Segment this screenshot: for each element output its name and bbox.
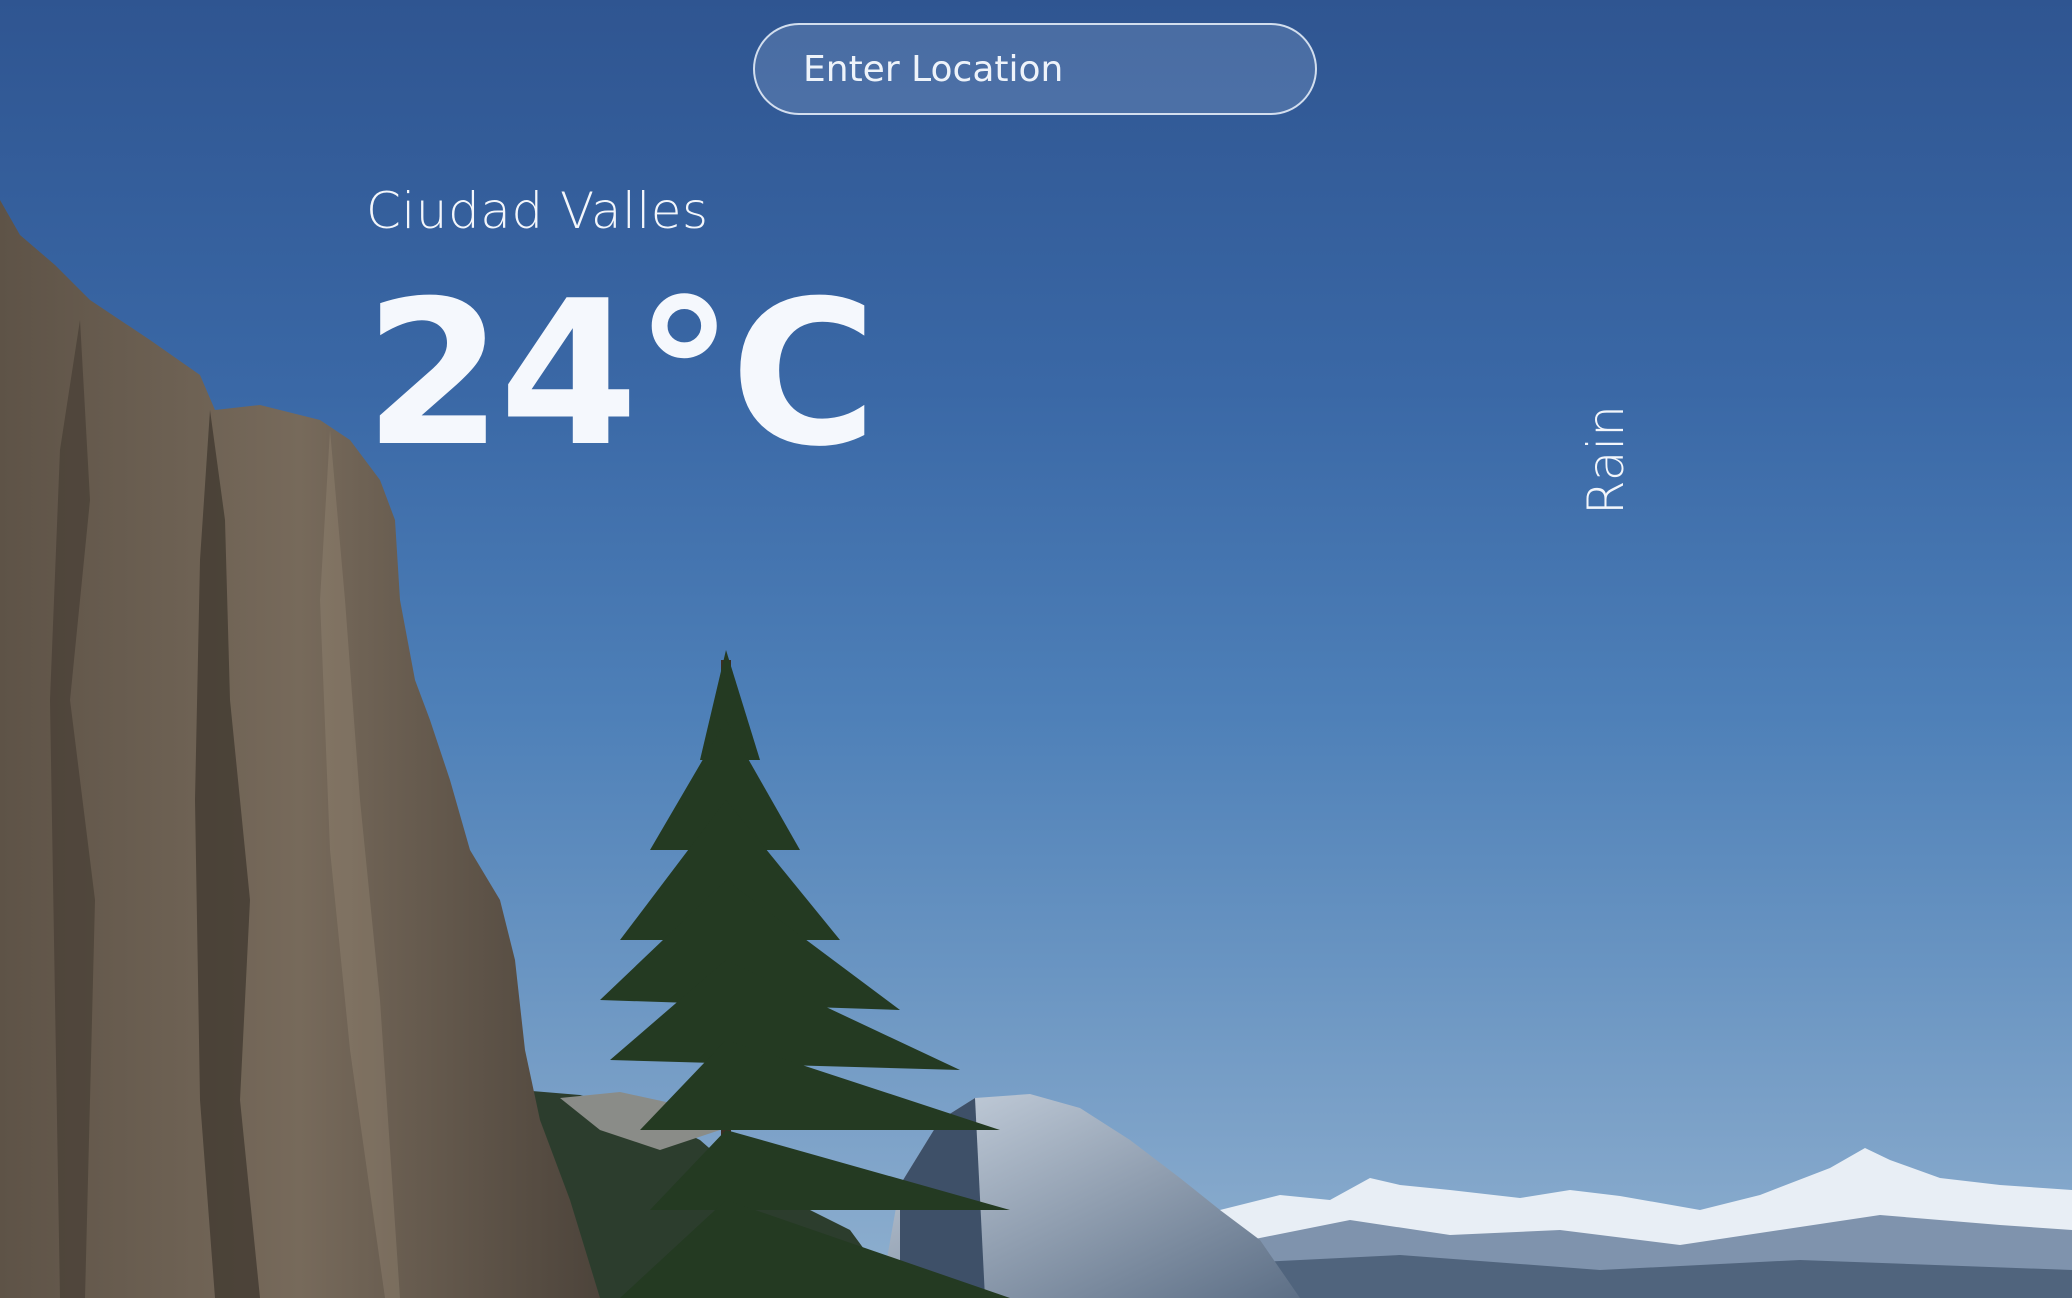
weather-condition: Rain — [1577, 405, 1635, 515]
city-name: Ciudad Valles — [366, 182, 709, 240]
background-image — [0, 0, 2072, 1298]
landscape-illustration — [0, 200, 2072, 1298]
temperature-value: 24°C — [364, 258, 877, 491]
location-search-input[interactable] — [753, 23, 1317, 115]
